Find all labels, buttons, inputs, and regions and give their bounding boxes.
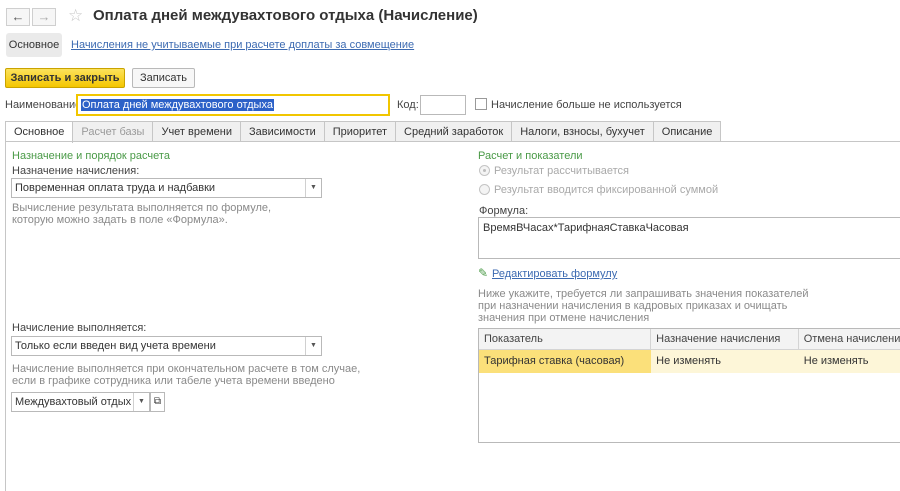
back-button[interactable]: ← [6, 8, 30, 26]
formula-field[interactable]: ВремяВЧасах*ТарифнаяСтавкаЧасовая [478, 217, 900, 259]
purpose-label: Назначение начисления: [12, 165, 140, 177]
name-value: Оплата дней междувахтового отдыха [81, 99, 274, 111]
time-type-value: Междувахтовый отдых [15, 396, 132, 408]
tab-base-calc[interactable]: Расчет базы [72, 121, 154, 142]
tab-average-earnings[interactable]: Средний заработок [395, 121, 513, 142]
table-row[interactable]: Тарифная ставка (часовая) Не изменять Не… [479, 350, 900, 373]
calc-group-title: Расчет и показатели [478, 150, 583, 162]
tab-priority[interactable]: Приоритет [323, 121, 397, 142]
time-type-select[interactable]: Междувахтовый отдых ▼ [11, 392, 150, 412]
formula-label: Формула: [479, 205, 529, 217]
purpose-select[interactable]: Повременная оплата труда и надбавки ▼ [11, 178, 322, 198]
edit-formula-link[interactable]: Редактировать формулу [492, 268, 617, 280]
arrow-left-icon: ← [11, 9, 25, 24]
exec-hint-2: если в графике сотрудника или табеле уче… [12, 375, 335, 387]
forward-button[interactable]: → [32, 8, 56, 26]
tab-taxes[interactable]: Налоги, взносы, бухучет [511, 121, 654, 142]
open-link-icon[interactable]: ⧉ [150, 392, 165, 412]
column-header-assign[interactable]: Назначение начисления [651, 329, 799, 349]
tab-bar: Основное Расчет базы Учет времени Зависи… [5, 121, 722, 143]
section-main[interactable]: Основное [6, 33, 62, 57]
purpose-value: Повременная оплата труда и надбавки [15, 182, 216, 194]
column-header-cancel[interactable]: Отмена начисления [799, 329, 900, 349]
name-label: Наименование: [5, 99, 85, 111]
dropdown-arrow-icon[interactable]: ▼ [133, 393, 149, 411]
tab-time-accounting[interactable]: Учет времени [152, 121, 241, 142]
radio-calculated-label: Результат рассчитывается [494, 165, 629, 177]
arrow-right-icon: → [37, 9, 51, 24]
star-icon[interactable]: ☆ [68, 6, 83, 26]
purpose-group-title: Назначение и порядок расчета [12, 150, 170, 162]
save-button[interactable]: Записать [132, 68, 195, 88]
indicators-hint-3: значения при отмене начисления [478, 312, 650, 324]
page-title: Оплата дней междувахтового отдыха (Начис… [93, 7, 478, 24]
code-label: Код: [397, 99, 419, 111]
column-header-indicator[interactable]: Показатель [479, 329, 652, 349]
dropdown-arrow-icon[interactable]: ▼ [305, 337, 321, 355]
exec-label: Начисление выполняется: [12, 322, 147, 334]
tab-main[interactable]: Основное [5, 121, 74, 143]
purpose-hint-2: которую можно задать в поле «Формула». [12, 214, 228, 226]
pencil-icon: ✎ [478, 266, 489, 280]
radio-fixed[interactable] [479, 184, 490, 195]
table-cell[interactable]: Не изменять [651, 350, 799, 373]
table-header: Показатель Назначение начисления Отмена … [479, 329, 900, 350]
not-used-label: Начисление больше не используется [491, 99, 682, 111]
table-cell[interactable]: Не изменять [798, 350, 900, 373]
tab-dependencies[interactable]: Зависимости [240, 121, 325, 142]
dropdown-arrow-icon[interactable]: ▼ [305, 179, 321, 197]
section-link-not-counted[interactable]: Начисления не учитываемые при расчете до… [71, 39, 414, 51]
exec-value: Только если введен вид учета времени [15, 340, 216, 352]
code-input[interactable] [420, 95, 466, 115]
radio-fixed-label: Результат вводится фиксированной суммой [494, 184, 719, 196]
table-cell[interactable]: Тарифная ставка (часовая) [479, 350, 652, 373]
not-used-checkbox[interactable] [475, 98, 487, 110]
indicators-table[interactable]: Показатель Назначение начисления Отмена … [478, 328, 900, 443]
name-input[interactable]: Оплата дней междувахтового отдыха [76, 94, 390, 116]
tab-description[interactable]: Описание [652, 121, 722, 142]
radio-calculated[interactable] [479, 165, 490, 176]
exec-select[interactable]: Только если введен вид учета времени ▼ [11, 336, 322, 356]
save-and-close-button[interactable]: Записать и закрыть [5, 68, 125, 88]
